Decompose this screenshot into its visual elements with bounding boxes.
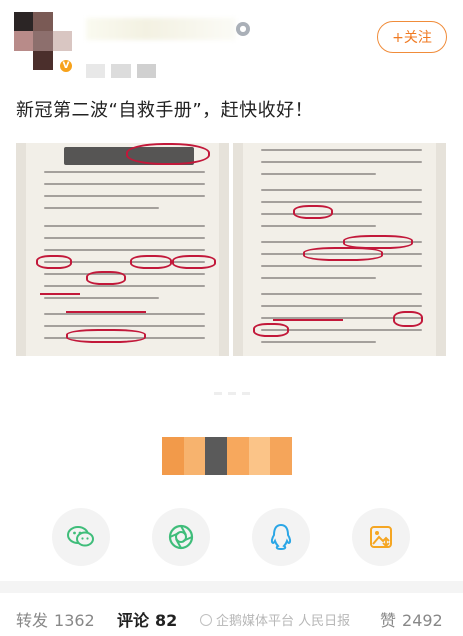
- redacted-content: [162, 437, 293, 475]
- share-bar: [0, 508, 463, 568]
- qq-icon: [270, 523, 292, 551]
- verified-badge-icon: V: [58, 58, 74, 74]
- repost-count: 1362: [54, 611, 95, 630]
- ink-circle: [66, 329, 146, 343]
- like-label: 赞: [380, 611, 397, 630]
- moments-icon: [168, 524, 194, 550]
- ink-circle: [293, 205, 333, 219]
- post-header: V ● +关注: [0, 0, 463, 92]
- repost-tab[interactable]: 转发 1362: [16, 607, 95, 631]
- post-image-2[interactable]: [233, 143, 446, 356]
- document-page: [26, 143, 219, 356]
- post-meta-redacted: [86, 64, 156, 78]
- watermark: 企鹅媒体平台 人民日报: [200, 610, 350, 629]
- document-page: [243, 143, 436, 356]
- watermark-text: 企鹅媒体平台 人民日报: [216, 614, 351, 629]
- follow-button[interactable]: +关注: [377, 21, 447, 53]
- share-wechat-button[interactable]: [52, 508, 110, 566]
- wechat-icon: [67, 526, 94, 547]
- stats-bar: 转发 1362 评论 82 企鹅媒体平台 人民日报 赞 2492: [0, 597, 463, 636]
- post-image-1[interactable]: [16, 143, 229, 356]
- watermark-logo-icon: [200, 614, 212, 626]
- author-avatar[interactable]: V: [14, 12, 74, 74]
- ink-circle: [86, 271, 126, 285]
- level-icon: ●: [236, 22, 250, 36]
- ink-circle: [253, 323, 289, 337]
- save-image-icon: [370, 526, 392, 548]
- ink-circle: [126, 143, 210, 165]
- repost-label: 转发: [16, 611, 49, 630]
- comment-tab[interactable]: 评论 82: [117, 607, 177, 631]
- ink-circle: [172, 255, 216, 269]
- post-text: 新冠第二波“自救手册”，赶快收好！: [16, 100, 314, 121]
- share-qq-button[interactable]: [252, 508, 310, 566]
- comment-label: 评论: [117, 611, 150, 630]
- follow-label: +关注: [392, 30, 432, 46]
- share-moments-button[interactable]: [152, 508, 210, 566]
- like-count: 2492: [402, 611, 443, 630]
- comment-count: 82: [155, 611, 178, 630]
- image-separator: [202, 392, 262, 398]
- save-image-button[interactable]: [352, 508, 410, 566]
- ink-circle: [130, 255, 172, 269]
- author-name-redacted: [86, 18, 236, 40]
- ink-circle: [303, 247, 383, 261]
- ink-circle: [393, 311, 423, 327]
- like-tab[interactable]: 赞 2492: [380, 607, 443, 631]
- section-divider: [0, 581, 463, 593]
- ink-circle: [36, 255, 72, 269]
